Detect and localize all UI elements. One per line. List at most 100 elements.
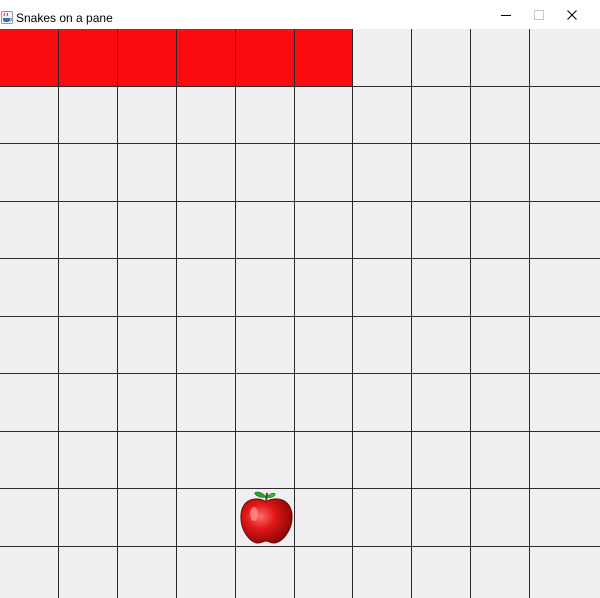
grid-cell [412, 547, 471, 598]
grid-cell [530, 87, 600, 144]
grid-cell [118, 317, 177, 374]
grid-cell [471, 87, 530, 144]
grid-cell [0, 144, 59, 202]
grid-cell [0, 374, 59, 432]
maximize-icon [534, 10, 544, 20]
grid-cell [412, 144, 471, 202]
grid-cell [118, 144, 177, 202]
window-title: Snakes on a pane [16, 11, 113, 25]
grid-cell [295, 202, 353, 259]
grid-cell [59, 202, 118, 259]
grid-cell [177, 87, 236, 144]
grid-cell [530, 259, 600, 317]
grid-cell [59, 144, 118, 202]
grid-cell [177, 202, 236, 259]
grid-cell [177, 432, 236, 489]
grid-cell [353, 432, 412, 489]
grid-cell [295, 547, 353, 598]
grid-cell [353, 547, 412, 598]
grid-cell [530, 432, 600, 489]
grid-cell [236, 87, 295, 144]
grid-cell [236, 317, 295, 374]
snake-segment [177, 29, 236, 87]
minimize-icon [501, 15, 511, 16]
grid-cell [295, 87, 353, 144]
grid-cell [353, 29, 412, 87]
grid-cell [177, 489, 236, 547]
grid-cell [59, 547, 118, 598]
grid-cell [530, 144, 600, 202]
grid-cell [471, 259, 530, 317]
grid-cell [177, 547, 236, 598]
grid-cell [177, 374, 236, 432]
grid-cell [412, 374, 471, 432]
grid-cell [236, 432, 295, 489]
grid-cell [471, 432, 530, 489]
close-button[interactable] [558, 6, 586, 24]
grid-cell [412, 87, 471, 144]
grid-cell [412, 489, 471, 547]
grid-cell [0, 202, 59, 259]
grid-cell [471, 29, 530, 87]
game-board[interactable] [0, 29, 600, 598]
grid-cell [118, 87, 177, 144]
grid-cell [471, 547, 530, 598]
grid-cell [59, 259, 118, 317]
game-window: Snakes on a pane [0, 0, 600, 598]
grid-cell [59, 489, 118, 547]
grid-cell [118, 202, 177, 259]
grid-cell [295, 317, 353, 374]
snake-segment [0, 29, 59, 87]
grid-cell [353, 87, 412, 144]
grid-cell [236, 202, 295, 259]
grid-cell [118, 489, 177, 547]
minimize-button[interactable] [492, 6, 520, 24]
grid-cell [412, 317, 471, 374]
grid-cell [530, 317, 600, 374]
grid-cell [59, 432, 118, 489]
java-cup-icon [1, 11, 13, 24]
title-bar[interactable]: Snakes on a pane [0, 0, 600, 29]
grid-cell [0, 432, 59, 489]
grid-cell [412, 29, 471, 87]
grid-cell [236, 547, 295, 598]
grid-cell [236, 144, 295, 202]
grid-cell [353, 144, 412, 202]
grid-cell [118, 547, 177, 598]
grid-cell [530, 489, 600, 547]
grid-cell [177, 144, 236, 202]
grid-cell [295, 489, 353, 547]
snake-segment [118, 29, 177, 87]
grid-cell [353, 259, 412, 317]
grid-cell [177, 317, 236, 374]
grid-cell [412, 432, 471, 489]
grid-cell [118, 432, 177, 489]
grid-cell [0, 317, 59, 374]
grid-cell [353, 374, 412, 432]
snake-segment [236, 29, 295, 87]
grid-cell [0, 547, 59, 598]
close-icon [567, 10, 577, 20]
grid-cell [530, 202, 600, 259]
grid-cell [236, 489, 295, 547]
grid-cell [118, 259, 177, 317]
grid-cell [295, 259, 353, 317]
grid-cell [353, 489, 412, 547]
grid-cell [59, 87, 118, 144]
grid-cell [353, 202, 412, 259]
grid-cell [471, 202, 530, 259]
maximize-button[interactable] [525, 6, 553, 24]
snake-segment [59, 29, 118, 87]
grid-cell [530, 547, 600, 598]
grid-cell [177, 259, 236, 317]
grid-cell [471, 374, 530, 432]
grid-cell [0, 259, 59, 317]
grid-cell [236, 259, 295, 317]
grid-cell [295, 374, 353, 432]
grid-cell [59, 374, 118, 432]
grid-cell [353, 317, 412, 374]
grid-cell [412, 259, 471, 317]
grid-cell [295, 432, 353, 489]
grid-cell [118, 374, 177, 432]
grid-cell [59, 317, 118, 374]
